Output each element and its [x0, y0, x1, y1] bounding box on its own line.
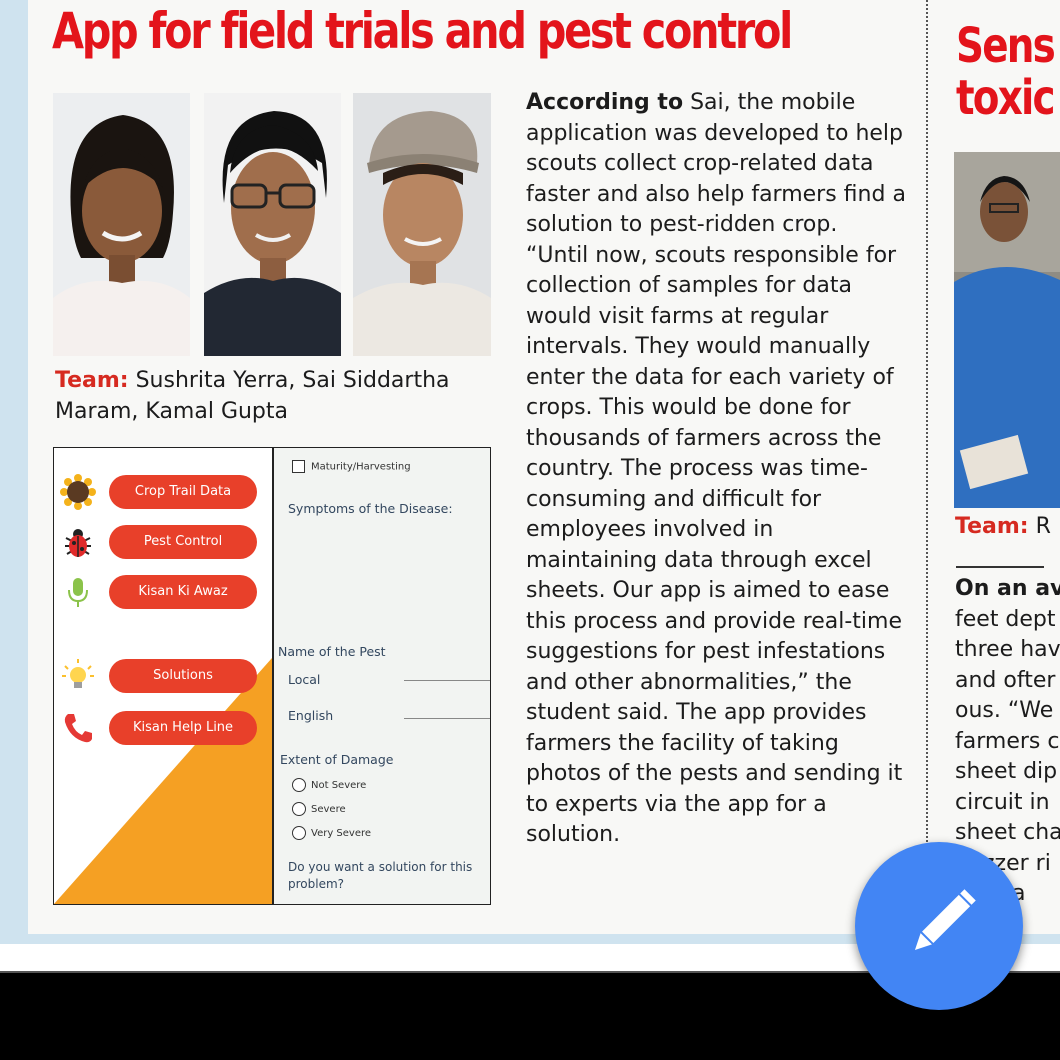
checkbox-label: Maturity/Harvesting: [311, 461, 411, 473]
solution-question-line1: Do you want a solution for this: [288, 860, 473, 874]
app-form-screen: Maturity/Harvesting Symptoms of the Dise…: [274, 448, 490, 904]
app-menu-screen: Crop Trail Data Pest Control Kisan Ki Aw…: [54, 448, 272, 904]
next-article-rule: [956, 566, 1044, 568]
local-input[interactable]: [404, 680, 490, 681]
local-label: Local: [288, 672, 321, 687]
menu-crop-trail-data-button[interactable]: Crop Trail Data: [109, 475, 257, 509]
checkbox-box[interactable]: [292, 460, 305, 473]
phone-icon: [64, 714, 92, 743]
symptoms-label: Symptoms of the Disease:: [288, 501, 453, 516]
next-body-line: circuit in: [955, 789, 1050, 815]
radio-severe[interactable]: Severe: [292, 802, 346, 816]
radio-label: Very Severe: [311, 828, 372, 839]
radio-label: Not Severe: [311, 780, 367, 791]
pencil-icon: [914, 889, 976, 951]
next-body-line: and ofter: [955, 667, 1056, 693]
next-body-line: three hav: [955, 637, 1060, 662]
next-team-label: Team:: [955, 514, 1029, 539]
article-body-text: Sai, the mobile application was develope…: [526, 90, 906, 847]
solution-question-line2: problem?: [288, 877, 345, 891]
microphone-icon: [68, 578, 88, 607]
next-body-line: sheet dip: [955, 759, 1058, 784]
column-separator: [926, 0, 928, 934]
radio-not-severe[interactable]: Not Severe: [292, 778, 366, 792]
team-caption: Team: Sushrita Yerra, Sai Siddartha Mara…: [55, 365, 495, 427]
next-body-line: ous. “We: [955, 698, 1054, 723]
bottom-black-bar: [0, 1020, 1060, 1060]
sunflower-icon: [60, 474, 96, 510]
team-photo-kamal: [353, 93, 491, 356]
next-article-photo: [954, 152, 1060, 508]
radio-circle[interactable]: [292, 802, 306, 816]
radio-very-severe[interactable]: Very Severe: [292, 826, 371, 840]
menu-kisan-help-line-button[interactable]: Kisan Help Line: [109, 711, 257, 745]
team-photo-sushrita: [53, 93, 190, 356]
menu-solutions-button[interactable]: Solutions: [109, 659, 257, 693]
app-screenshot: Crop Trail Data Pest Control Kisan Ki Aw…: [53, 447, 491, 905]
next-article-headline: Sens toxic: [956, 18, 1056, 126]
damage-label: Extent of Damage: [280, 752, 394, 767]
article-headline: App for field trials and pest control: [52, 2, 793, 60]
pest-name-label: Name of the Pest: [278, 644, 386, 659]
edit-fab-button[interactable]: [855, 842, 1023, 1010]
next-headline-line2: toxic: [956, 70, 1055, 126]
next-body-line: farmers c: [955, 728, 1060, 754]
article-lead: According to: [526, 90, 684, 115]
radio-circle[interactable]: [292, 826, 306, 840]
bug-icon: [65, 529, 91, 557]
english-label: English: [288, 708, 334, 723]
english-input[interactable]: [404, 718, 490, 719]
radio-circle[interactable]: [292, 778, 306, 792]
next-body-line: feet dept: [955, 606, 1056, 632]
menu-pest-control-button[interactable]: Pest Control: [109, 525, 257, 559]
article-body: According to Sai, the mobile application…: [526, 88, 906, 851]
radio-label: Severe: [311, 804, 346, 815]
next-headline-line1: Sens: [956, 18, 1056, 74]
team-photo-sai: [204, 93, 341, 356]
next-article-caption: Team: R: [955, 514, 1051, 539]
next-team-names: R: [1035, 514, 1051, 539]
lightbulb-icon: [62, 659, 94, 688]
maturity-checkbox[interactable]: Maturity/Harvesting: [292, 460, 411, 473]
next-body-line: On an av: [955, 574, 1060, 605]
menu-kisan-ki-awaz-button[interactable]: Kisan Ki Awaz: [109, 575, 257, 609]
next-body-lead: On an av: [955, 576, 1060, 601]
team-label: Team:: [55, 368, 129, 393]
document-viewer[interactable]: App for field trials and pest control Te…: [0, 0, 1060, 973]
newspaper-page: App for field trials and pest control Te…: [28, 0, 1060, 934]
